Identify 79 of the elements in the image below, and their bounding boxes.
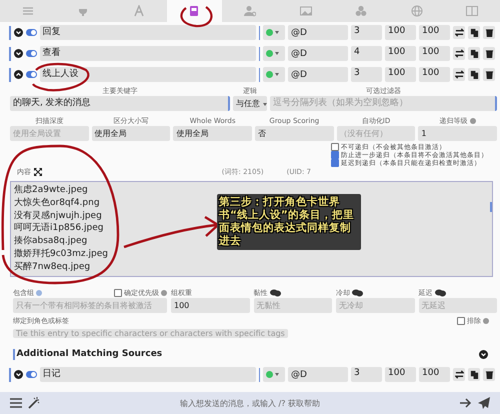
order-field[interactable]: 3 (351, 367, 382, 382)
menu-icon[interactable] (10, 398, 22, 408)
caret-icon (262, 103, 267, 106)
expand-icon[interactable] (479, 350, 488, 358)
probability-field[interactable]: 100 (419, 367, 450, 382)
logic-select[interactable]: 与任意 (233, 96, 267, 111)
delete-icon[interactable] (483, 26, 495, 39)
depth-field[interactable]: 100 (385, 25, 416, 40)
chat-icon (270, 288, 280, 296)
expand-icon[interactable] (14, 28, 22, 37)
magic-wand-icon[interactable] (28, 397, 40, 409)
checkbox[interactable] (331, 143, 339, 151)
annotation-text: 第三步：打开角色卡世界书“线上人设”的条目，把里面表情包的表达式同样复制进去 (217, 194, 361, 250)
user-icon (244, 5, 256, 17)
send-icon[interactable] (478, 397, 490, 409)
number-field[interactable]: 100 (171, 298, 250, 313)
setting-select[interactable]: 否 (254, 126, 334, 141)
toggle-switch[interactable] (26, 71, 36, 78)
depth-field[interactable]: 100 (385, 67, 416, 82)
setting-select[interactable]: 使用全局 (92, 126, 170, 141)
book-icon (188, 5, 200, 17)
toggle-switch[interactable] (26, 29, 36, 36)
depth-field[interactable]: 100 (385, 46, 416, 61)
caret-icon (275, 373, 279, 376)
order-field[interactable]: 3 (351, 67, 382, 82)
image-icon (300, 5, 312, 17)
swap-icon[interactable] (453, 47, 465, 60)
expand-icon[interactable] (14, 370, 22, 379)
entry-title-field[interactable]: 线上人设 (40, 67, 256, 82)
probability-field[interactable]: 100 (419, 67, 450, 82)
collapse-icon[interactable] (14, 70, 22, 79)
position-select[interactable]: @D (288, 46, 348, 61)
delete-icon[interactable] (483, 47, 495, 60)
copy-icon[interactable] (468, 47, 480, 60)
setting-select[interactable]: 使用全局 (173, 126, 252, 141)
expand-icon[interactable] (34, 168, 42, 176)
chat-icon (434, 288, 446, 296)
order-field[interactable]: 4 (351, 46, 382, 61)
checkbox[interactable] (331, 159, 339, 167)
font-icon (132, 5, 145, 17)
cubes-icon (355, 5, 368, 17)
caret-icon (275, 52, 279, 55)
arrow-right-icon[interactable] (460, 398, 472, 408)
info-icon[interactable] (483, 318, 489, 324)
info-icon[interactable] (470, 118, 476, 124)
position-select[interactable]: @D (288, 367, 348, 382)
toggle-switch[interactable] (26, 50, 36, 57)
checkbox[interactable] (114, 288, 122, 296)
probability-field[interactable]: 100 (419, 46, 450, 61)
probability-field[interactable]: 100 (419, 25, 450, 40)
keywords-field[interactable]: 的聊天, 发来的消息 (10, 96, 230, 111)
chat-icon (352, 288, 363, 296)
expand-icon[interactable] (14, 49, 22, 58)
order-field[interactable]: 3 (351, 25, 382, 40)
swap-icon[interactable] (453, 68, 465, 81)
section-title: Additional Matching Sources (16, 349, 162, 359)
swap-icon[interactable] (453, 26, 465, 39)
checkbox[interactable] (457, 316, 465, 324)
copy-icon[interactable] (468, 26, 480, 39)
delete-icon[interactable] (483, 368, 495, 381)
globe-icon (410, 5, 423, 17)
entry-title-field[interactable]: 日记 (40, 367, 256, 382)
entry-title-field[interactable]: 查看 (40, 46, 256, 61)
copy-icon[interactable] (468, 368, 480, 381)
swap-icon[interactable] (453, 368, 465, 381)
toggle-switch[interactable] (26, 371, 36, 378)
position-select[interactable]: @D (288, 67, 348, 82)
copy-icon[interactable] (468, 68, 480, 81)
position-select[interactable]: @D (288, 25, 348, 40)
tab[interactable] (166, 0, 222, 22)
setting-field[interactable]: 1 (418, 126, 497, 141)
entry-title-field[interactable]: 回复 (40, 25, 256, 40)
delete-icon[interactable] (483, 68, 495, 81)
info-icon[interactable] (161, 290, 167, 296)
caret-icon (275, 31, 279, 34)
depth-field[interactable]: 100 (385, 367, 416, 382)
caret-icon (275, 73, 279, 76)
checkbox[interactable] (331, 151, 339, 159)
panel-icon (466, 5, 478, 17)
